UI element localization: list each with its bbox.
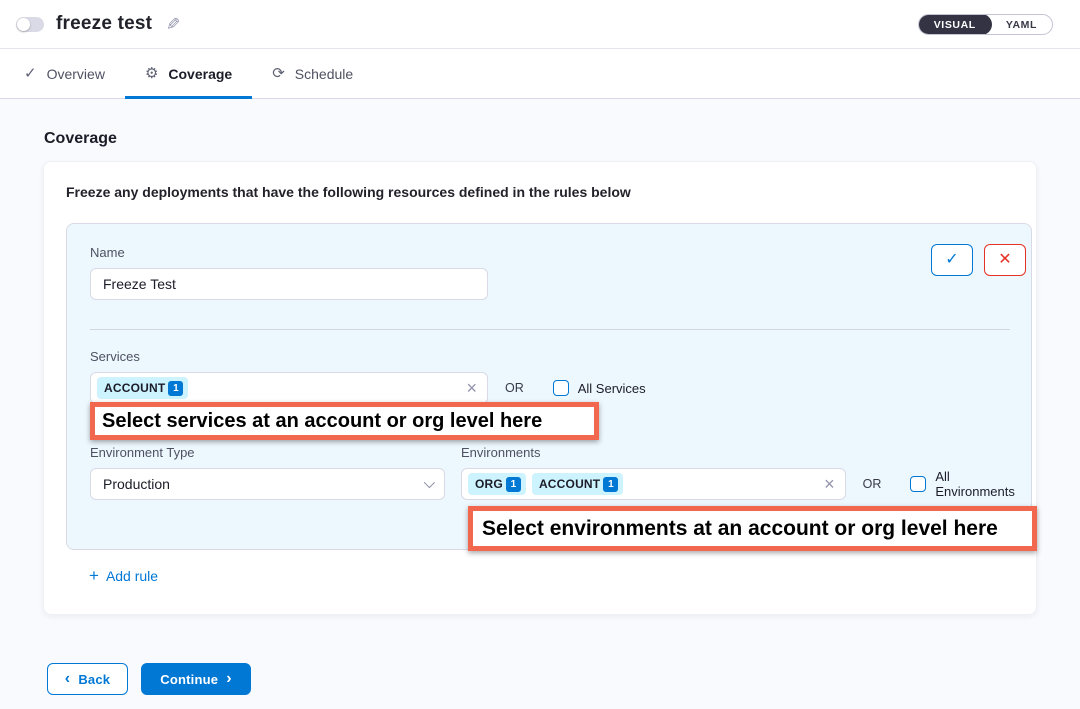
plus-icon: + xyxy=(89,567,99,584)
delete-rule-button[interactable]: ✕ xyxy=(984,244,1026,276)
confirm-rule-button[interactable]: ✓ xyxy=(931,244,973,276)
visual-toggle-button[interactable]: VISUAL xyxy=(918,14,992,35)
name-label: Name xyxy=(90,245,1008,260)
freeze-window: freeze test ✎ VISUAL YAML ✓ Overview ⚙ C… xyxy=(0,0,1080,695)
tab-schedule[interactable]: ⟳ Schedule xyxy=(252,49,373,98)
tab-coverage-label: Coverage xyxy=(168,66,232,82)
services-chip-account[interactable]: ACCOUNT 1 xyxy=(97,377,188,399)
chevron-left-icon: ‹ xyxy=(65,671,71,687)
chip-label: ORG xyxy=(475,477,503,491)
environments-label: Environments xyxy=(461,445,1029,460)
all-environments-checkbox[interactable] xyxy=(910,476,926,492)
environments-input[interactable]: ORG 1 ACCOUNT 1 × xyxy=(461,468,846,500)
all-services-checkbox[interactable] xyxy=(553,380,569,396)
clear-environments-icon[interactable]: × xyxy=(824,475,835,493)
environments-input-row: ORG 1 ACCOUNT 1 × OR xyxy=(461,468,1029,500)
page-title: freeze test xyxy=(56,13,152,35)
yaml-toggle-button[interactable]: YAML xyxy=(991,15,1052,34)
coverage-description: Freeze any deployments that have the fol… xyxy=(66,184,1036,200)
continue-button[interactable]: Continue › xyxy=(141,663,251,695)
edit-name-icon[interactable]: ✎ xyxy=(166,16,180,33)
annotation-services: Select services at an account or org lev… xyxy=(90,402,599,440)
environments-column: Environments ORG 1 ACCOUNT 1 xyxy=(461,445,1029,500)
environment-row: Environment Type Production Environments… xyxy=(90,445,1008,500)
coverage-heading: Coverage xyxy=(44,130,1080,148)
environment-type-column: Environment Type Production xyxy=(90,445,445,500)
footer-buttons: ‹ Back Continue › xyxy=(47,663,1080,695)
chip-count-badge: 1 xyxy=(506,477,521,492)
schedule-icon: ⟳ xyxy=(272,66,285,81)
environment-type-select[interactable]: Production xyxy=(90,468,445,500)
tab-schedule-label: Schedule xyxy=(295,66,353,82)
annotation-environments: Select environments at an account or org… xyxy=(468,506,1037,551)
environments-or-label: OR xyxy=(863,477,882,491)
back-button-label: Back xyxy=(78,672,110,687)
check-icon: ✓ xyxy=(24,66,37,81)
toggle-knob xyxy=(17,18,30,31)
chip-label: ACCOUNT xyxy=(539,477,600,491)
chevron-right-icon: › xyxy=(226,671,232,687)
visual-yaml-toggle: VISUAL YAML xyxy=(918,14,1053,35)
services-input[interactable]: ACCOUNT 1 × xyxy=(90,372,488,404)
tab-coverage[interactable]: ⚙ Coverage xyxy=(125,49,252,98)
freeze-enabled-toggle[interactable] xyxy=(16,17,44,32)
services-row: ACCOUNT 1 × OR All Services xyxy=(90,372,1008,404)
all-services-label: All Services xyxy=(578,381,646,396)
environments-chip-account[interactable]: ACCOUNT 1 xyxy=(532,473,623,495)
confirm-check-icon: ✓ xyxy=(945,252,958,268)
chip-count-badge: 1 xyxy=(603,477,618,492)
content-area: Coverage Freeze any deployments that hav… xyxy=(0,99,1080,695)
coverage-panel: Freeze any deployments that have the fol… xyxy=(43,161,1037,615)
tab-overview[interactable]: ✓ Overview xyxy=(4,49,125,98)
chip-label: ACCOUNT xyxy=(104,381,165,395)
divider xyxy=(90,329,1010,330)
add-rule-label: Add rule xyxy=(106,568,158,584)
environments-chip-org[interactable]: ORG 1 xyxy=(468,473,526,495)
back-button[interactable]: ‹ Back xyxy=(47,663,128,695)
services-or-label: OR xyxy=(505,381,524,395)
header: freeze test ✎ VISUAL YAML xyxy=(0,0,1080,49)
rule-name-input[interactable] xyxy=(90,268,488,300)
delete-x-icon: ✕ xyxy=(998,252,1011,268)
clear-services-icon[interactable]: × xyxy=(466,379,477,397)
chevron-down-icon xyxy=(424,477,435,488)
services-label: Services xyxy=(90,349,1008,364)
gear-icon: ⚙ xyxy=(145,66,158,81)
add-rule-button[interactable]: + Add rule xyxy=(89,567,158,584)
chip-count-badge: 1 xyxy=(168,381,183,396)
tab-bar: ✓ Overview ⚙ Coverage ⟳ Schedule xyxy=(0,49,1080,99)
rule-card: Name ✓ ✕ Services ACCOUNT 1 × xyxy=(66,223,1032,550)
continue-button-label: Continue xyxy=(160,672,218,687)
environment-type-label: Environment Type xyxy=(90,445,445,460)
all-environments-label: All Environments xyxy=(935,469,1029,499)
environment-type-value: Production xyxy=(103,476,170,492)
rule-actions: ✓ ✕ xyxy=(931,244,1026,276)
tab-overview-label: Overview xyxy=(47,66,105,82)
